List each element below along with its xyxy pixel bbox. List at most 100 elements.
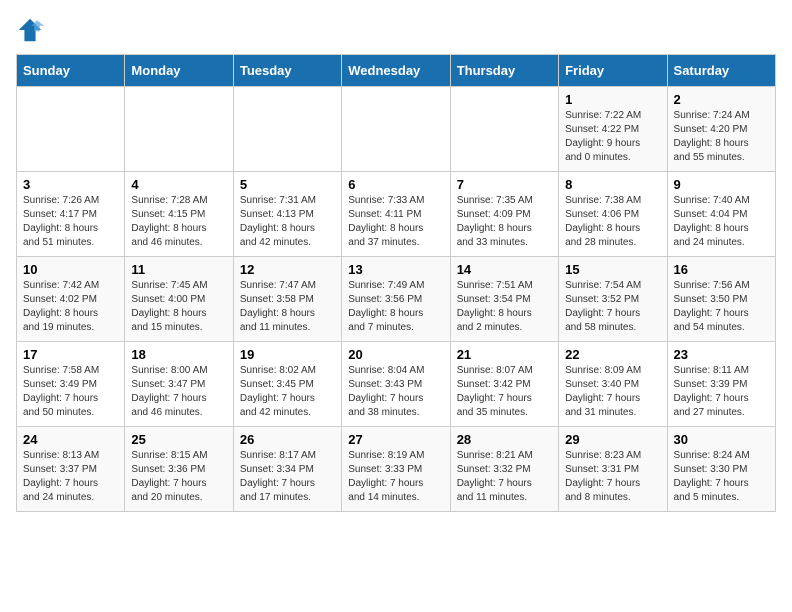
page-header <box>16 16 776 44</box>
day-info: Sunrise: 7:35 AM Sunset: 4:09 PM Dayligh… <box>457 194 552 250</box>
calendar-cell: 14 Sunrise: 7:51 AM Sunset: 3:54 PM Dayli… <box>450 257 558 342</box>
day-info: Sunrise: 8:07 AM Sunset: 3:42 PM Dayligh… <box>457 364 552 420</box>
calendar-cell: 10Sunrise: 7:42 AM Sunset: 4:02 PM Dayli… <box>17 257 125 342</box>
day-info: Sunrise: 8:21 AM Sunset: 3:32 PM Dayligh… <box>457 449 552 505</box>
day-number: 3 <box>23 177 118 192</box>
calendar-cell: 29Sunrise: 8:23 AM Sunset: 3:31 PM Dayli… <box>559 427 667 512</box>
calendar-cell: 13 Sunrise: 7:49 AM Sunset: 3:56 PM Dayli… <box>342 257 450 342</box>
day-number: 19 <box>240 347 335 362</box>
day-info: Sunrise: 7:38 AM Sunset: 4:06 PM Dayligh… <box>565 194 660 250</box>
day-info: Sunrise: 8:02 AM Sunset: 3:45 PM Dayligh… <box>240 364 335 420</box>
day-number: 22 <box>565 347 660 362</box>
day-info: Sunrise: 7:33 AM Sunset: 4:11 PM Dayligh… <box>348 194 443 250</box>
day-info: Sunrise: 8:24 AM Sunset: 3:30 PM Dayligh… <box>674 449 769 505</box>
calendar-cell: 17 Sunrise: 7:58 AM Sunset: 3:49 PM Dayli… <box>17 342 125 427</box>
calendar-cell: 15Sunrise: 7:54 AM Sunset: 3:52 PM Dayli… <box>559 257 667 342</box>
day-number: 18 <box>131 347 226 362</box>
day-number: 7 <box>457 177 552 192</box>
calendar-cell: 4 Sunrise: 7:28 AM Sunset: 4:15 PM Daylig… <box>125 172 233 257</box>
calendar-cell: 16 Sunrise: 7:56 AM Sunset: 3:50 PM Dayli… <box>667 257 775 342</box>
calendar-cell: 2Sunrise: 7:24 AM Sunset: 4:20 PM Daylig… <box>667 87 775 172</box>
logo <box>16 16 48 44</box>
day-number: 2 <box>674 92 769 107</box>
calendar-cell: 26 Sunrise: 8:17 AM Sunset: 3:34 PM Dayli… <box>233 427 341 512</box>
calendar-cell: 24 Sunrise: 8:13 AM Sunset: 3:37 PM Dayli… <box>17 427 125 512</box>
day-info: Sunrise: 7:47 AM Sunset: 3:58 PM Dayligh… <box>240 279 335 335</box>
calendar-cell: 1 Sunrise: 7:22 AM Sunset: 4:22 PM Daylig… <box>559 87 667 172</box>
calendar-cell: 11Sunrise: 7:45 AM Sunset: 4:00 PM Dayli… <box>125 257 233 342</box>
calendar-cell: 5 Sunrise: 7:31 AM Sunset: 4:13 PM Daylig… <box>233 172 341 257</box>
day-info: Sunrise: 8:15 AM Sunset: 3:36 PM Dayligh… <box>131 449 226 505</box>
calendar-cell: 12 Sunrise: 7:47 AM Sunset: 3:58 PM Dayli… <box>233 257 341 342</box>
calendar-cell: 30 Sunrise: 8:24 AM Sunset: 3:30 PM Dayli… <box>667 427 775 512</box>
day-number: 13 <box>348 262 443 277</box>
day-info: Sunrise: 8:23 AM Sunset: 3:31 PM Dayligh… <box>565 449 660 505</box>
calendar-cell: 22 Sunrise: 8:09 AM Sunset: 3:40 PM Dayli… <box>559 342 667 427</box>
weekday-header-friday: Friday <box>559 55 667 87</box>
day-number: 5 <box>240 177 335 192</box>
calendar-week-row: 3 Sunrise: 7:26 AM Sunset: 4:17 PM Daylig… <box>17 172 776 257</box>
weekday-header-saturday: Saturday <box>667 55 775 87</box>
day-number: 15 <box>565 262 660 277</box>
day-number: 12 <box>240 262 335 277</box>
day-number: 26 <box>240 432 335 447</box>
day-info: Sunrise: 7:42 AM Sunset: 4:02 PM Dayligh… <box>23 279 118 335</box>
weekday-header-sunday: Sunday <box>17 55 125 87</box>
day-info: Sunrise: 7:49 AM Sunset: 3:56 PM Dayligh… <box>348 279 443 335</box>
day-info: Sunrise: 7:40 AM Sunset: 4:04 PM Dayligh… <box>674 194 769 250</box>
day-info: Sunrise: 8:04 AM Sunset: 3:43 PM Dayligh… <box>348 364 443 420</box>
day-number: 17 <box>23 347 118 362</box>
calendar-cell <box>450 87 558 172</box>
day-info: Sunrise: 8:00 AM Sunset: 3:47 PM Dayligh… <box>131 364 226 420</box>
calendar-cell: 7 Sunrise: 7:35 AM Sunset: 4:09 PM Daylig… <box>450 172 558 257</box>
day-number: 4 <box>131 177 226 192</box>
day-number: 20 <box>348 347 443 362</box>
day-info: Sunrise: 8:17 AM Sunset: 3:34 PM Dayligh… <box>240 449 335 505</box>
weekday-header-monday: Monday <box>125 55 233 87</box>
calendar-cell: 25 Sunrise: 8:15 AM Sunset: 3:36 PM Dayli… <box>125 427 233 512</box>
calendar-cell <box>342 87 450 172</box>
day-number: 23 <box>674 347 769 362</box>
weekday-header-thursday: Thursday <box>450 55 558 87</box>
day-info: Sunrise: 7:22 AM Sunset: 4:22 PM Dayligh… <box>565 109 660 165</box>
calendar-cell: 8 Sunrise: 7:38 AM Sunset: 4:06 PM Daylig… <box>559 172 667 257</box>
day-number: 27 <box>348 432 443 447</box>
calendar-cell <box>233 87 341 172</box>
calendar-cell <box>17 87 125 172</box>
day-number: 25 <box>131 432 226 447</box>
day-number: 8 <box>565 177 660 192</box>
calendar-cell: 21 Sunrise: 8:07 AM Sunset: 3:42 PM Dayli… <box>450 342 558 427</box>
calendar-week-row: 1 Sunrise: 7:22 AM Sunset: 4:22 PM Daylig… <box>17 87 776 172</box>
day-info: Sunrise: 8:13 AM Sunset: 3:37 PM Dayligh… <box>23 449 118 505</box>
day-info: Sunrise: 8:19 AM Sunset: 3:33 PM Dayligh… <box>348 449 443 505</box>
calendar-cell: 3 Sunrise: 7:26 AM Sunset: 4:17 PM Daylig… <box>17 172 125 257</box>
day-number: 24 <box>23 432 118 447</box>
calendar-cell: 6Sunrise: 7:33 AM Sunset: 4:11 PM Daylig… <box>342 172 450 257</box>
calendar-week-row: 10Sunrise: 7:42 AM Sunset: 4:02 PM Dayli… <box>17 257 776 342</box>
calendar-cell <box>125 87 233 172</box>
calendar-week-row: 17 Sunrise: 7:58 AM Sunset: 3:49 PM Dayli… <box>17 342 776 427</box>
day-info: Sunrise: 7:28 AM Sunset: 4:15 PM Dayligh… <box>131 194 226 250</box>
day-number: 16 <box>674 262 769 277</box>
day-number: 14 <box>457 262 552 277</box>
logo-icon <box>16 16 44 44</box>
day-info: Sunrise: 7:58 AM Sunset: 3:49 PM Dayligh… <box>23 364 118 420</box>
day-number: 9 <box>674 177 769 192</box>
calendar-cell: 19 Sunrise: 8:02 AM Sunset: 3:45 PM Dayli… <box>233 342 341 427</box>
weekday-header-tuesday: Tuesday <box>233 55 341 87</box>
day-number: 30 <box>674 432 769 447</box>
calendar-cell: 9 Sunrise: 7:40 AM Sunset: 4:04 PM Daylig… <box>667 172 775 257</box>
day-number: 1 <box>565 92 660 107</box>
day-info: Sunrise: 7:56 AM Sunset: 3:50 PM Dayligh… <box>674 279 769 335</box>
weekday-header-wednesday: Wednesday <box>342 55 450 87</box>
day-info: Sunrise: 7:51 AM Sunset: 3:54 PM Dayligh… <box>457 279 552 335</box>
day-number: 21 <box>457 347 552 362</box>
day-info: Sunrise: 7:31 AM Sunset: 4:13 PM Dayligh… <box>240 194 335 250</box>
day-info: Sunrise: 7:26 AM Sunset: 4:17 PM Dayligh… <box>23 194 118 250</box>
calendar-table: SundayMondayTuesdayWednesdayThursdayFrid… <box>16 54 776 512</box>
day-info: Sunrise: 8:09 AM Sunset: 3:40 PM Dayligh… <box>565 364 660 420</box>
day-info: Sunrise: 8:11 AM Sunset: 3:39 PM Dayligh… <box>674 364 769 420</box>
day-number: 28 <box>457 432 552 447</box>
calendar-week-row: 24 Sunrise: 8:13 AM Sunset: 3:37 PM Dayli… <box>17 427 776 512</box>
calendar-cell: 18 Sunrise: 8:00 AM Sunset: 3:47 PM Dayli… <box>125 342 233 427</box>
